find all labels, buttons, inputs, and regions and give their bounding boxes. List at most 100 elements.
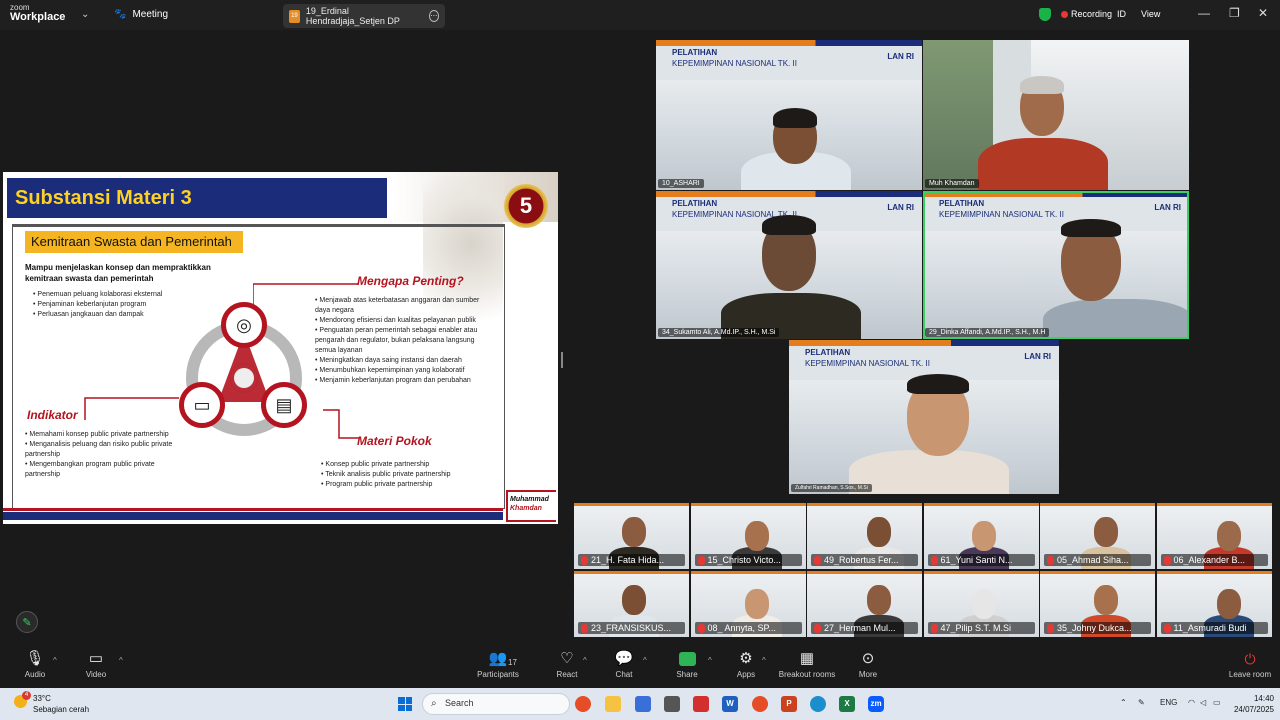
- system-clock[interactable]: 14:40 24/07/2025: [1226, 693, 1274, 715]
- apps-icon: ⚙: [739, 650, 753, 667]
- shared-screen-slide[interactable]: Substansi Materi 3 5 Kemitraan Swasta da…: [3, 172, 558, 524]
- gallery-video-tile[interactable]: 23_FRANSISKUS...: [574, 571, 689, 637]
- minimize-icon[interactable]: —: [1198, 6, 1210, 20]
- paw-icon: 🐾: [114, 9, 127, 20]
- gallery-video-tile[interactable]: 11_Asmuradi Budi: [1156, 571, 1272, 637]
- react-button[interactable]: ♡ React: [537, 648, 597, 679]
- zoom-app-icon[interactable]: zm: [868, 696, 884, 712]
- taskbar-search[interactable]: ⌕ Search: [422, 693, 570, 715]
- pen-tray-icon[interactable]: ✎: [1138, 698, 1145, 707]
- store-icon[interactable]: [635, 696, 651, 712]
- powerpoint-icon[interactable]: P: [781, 696, 797, 712]
- gallery-video-tile[interactable]: 27_Herman Mul...: [807, 571, 922, 637]
- meeting-tab[interactable]: 🐾 Meeting: [114, 9, 168, 20]
- tile-banner-stripe: [923, 503, 1039, 506]
- gallery-video-tile[interactable]: 47_Pilip S.T. M.Si: [923, 571, 1039, 637]
- participant-video: [867, 585, 891, 615]
- windows-start-icon[interactable]: [398, 697, 412, 711]
- more-icon[interactable]: ⋯: [428, 10, 439, 22]
- video-tile-3[interactable]: PELATIHAN KEPEMIMPINAN NASIONAL TK. II L…: [656, 191, 922, 339]
- calculator-icon[interactable]: [664, 696, 680, 712]
- gallery-video-tile[interactable]: 49_Robertus Fer...: [807, 503, 922, 569]
- participant-name: 08_ Annyta, SP...: [694, 622, 802, 634]
- gallery-video-tile[interactable]: 05_Ahmad Siha...: [1040, 503, 1155, 569]
- chat-options-caret[interactable]: ^: [643, 656, 647, 665]
- materi-block: Konsep public private partnership Teknik…: [321, 460, 499, 490]
- gallery-video-tile[interactable]: 06_Alexander B...: [1156, 503, 1272, 569]
- edge-icon[interactable]: [810, 696, 826, 712]
- banner-title: PELATIHAN: [672, 48, 718, 57]
- excel-icon[interactable]: X: [839, 696, 855, 712]
- share-options-caret[interactable]: ^: [708, 656, 712, 665]
- volume-icon[interactable]: ◁: [1200, 698, 1206, 707]
- tile-banner-stripe: [1156, 503, 1272, 506]
- tray-chevron-icon[interactable]: ⌃: [1120, 698, 1127, 707]
- maximize-icon[interactable]: ❐: [1229, 6, 1240, 20]
- battery-icon[interactable]: ▭: [1213, 698, 1221, 707]
- file-explorer-icon[interactable]: [605, 696, 621, 712]
- participant-video: [1216, 589, 1241, 619]
- recording-label[interactable]: Recording: [1071, 9, 1112, 19]
- participant-name: 61_Yuni Santi N...: [927, 554, 1035, 566]
- apps-options-caret[interactable]: ^: [762, 656, 766, 665]
- chevron-down-icon[interactable]: ⌄: [81, 9, 89, 20]
- meeting-toolbar: 🎙 Audio ^ ▭ Video ^ 👥 Participants 17 ♡ …: [0, 648, 1280, 688]
- participant-name: 10_ASHARI: [658, 179, 704, 188]
- shield-icon[interactable]: [1039, 8, 1051, 21]
- leave-room-button[interactable]: ⏻ Leave room: [1225, 648, 1275, 679]
- slide-title-bar: Substansi Materi 3: [7, 178, 387, 218]
- tile-banner-stripe: [1040, 571, 1155, 574]
- word-icon[interactable]: W: [722, 696, 738, 712]
- tile-banner-stripe: [923, 571, 1039, 574]
- participant-name: 27_Herman Mul...: [811, 622, 918, 634]
- meeting-title-tab[interactable]: 19 19_Erdinal Hendradjaja_Setjen DP ⋯: [283, 4, 445, 28]
- video-tile-5[interactable]: PELATIHAN KEPEMIMPINAN NASIONAL TK. II L…: [789, 340, 1059, 494]
- materi-connector: [323, 409, 359, 439]
- zoom-workplace-logo[interactable]: zoom Workplace: [10, 4, 65, 23]
- pencil-icon[interactable]: ✎: [16, 611, 38, 633]
- chrome-icon[interactable]: [575, 696, 591, 712]
- slide-subtitle: Kemitraan Swasta dan Pemerintah: [25, 231, 243, 253]
- muted-mic-icon: [1047, 555, 1054, 565]
- video-tile-2[interactable]: Muh Khamdan: [923, 40, 1189, 190]
- close-icon[interactable]: ✕: [1258, 6, 1268, 20]
- participants-count: 17: [508, 658, 517, 667]
- mengapa-heading: Mengapa Penting?: [357, 274, 464, 288]
- participant-name: 35_Johny Dukca...: [1044, 622, 1151, 634]
- participants-button[interactable]: 👥 Participants: [468, 648, 528, 679]
- wifi-icon[interactable]: ◠: [1188, 698, 1195, 707]
- gallery-video-tile[interactable]: 61_Yuni Santi N...: [923, 503, 1039, 569]
- muted-mic-icon: [697, 555, 705, 565]
- video-button[interactable]: ▭ Video: [66, 648, 126, 679]
- video-options-caret[interactable]: ^: [119, 656, 123, 665]
- view-button[interactable]: View: [1141, 9, 1160, 19]
- leave-icon: ⏻: [1244, 651, 1256, 667]
- tile-banner-stripe: [574, 503, 689, 506]
- participant-video: [867, 517, 891, 547]
- react-options-caret[interactable]: ^: [583, 656, 587, 665]
- meeting-id-button[interactable]: ID: [1117, 9, 1126, 19]
- participant-name: 34_Sukamto Ali, A.Md.IP., S.H., M.Si: [658, 328, 780, 337]
- apps-button[interactable]: ⚙ Apps: [716, 648, 776, 679]
- muted-mic-icon: [581, 623, 588, 633]
- gallery-video-tile[interactable]: 35_Johny Dukca...: [1040, 571, 1155, 637]
- participant-video: [971, 521, 996, 551]
- slide-footer-bar: [3, 512, 503, 520]
- audio-options-caret[interactable]: ^: [53, 656, 57, 665]
- split-resize-handle[interactable]: [561, 352, 563, 368]
- more-button[interactable]: ⊙ More: [838, 648, 898, 679]
- chrome-alt-icon[interactable]: [752, 696, 768, 712]
- video-tile-1[interactable]: PELATIHAN KEPEMIMPINAN NASIONAL TK. II L…: [656, 40, 922, 190]
- gallery-video-tile[interactable]: 08_ Annyta, SP...: [690, 571, 806, 637]
- video-tile-4[interactable]: PELATIHAN KEPEMIMPINAN NASIONAL TK. II L…: [923, 191, 1189, 339]
- participant-name: 29_Dinka Affandi, A.Md.IP., S.H., M.H: [925, 328, 1050, 337]
- breakout-rooms-icon: ▦: [799, 650, 815, 667]
- participant-name: 11_Asmuradi Budi: [1160, 622, 1268, 634]
- acrobat-icon[interactable]: [693, 696, 709, 712]
- breakout-rooms-button[interactable]: ▦ Breakout rooms: [772, 648, 842, 679]
- tile-banner-stripe: [574, 571, 689, 574]
- language-indicator[interactable]: ENG: [1160, 698, 1177, 707]
- participant-name: Zulfahri Ramadhan, S.Sos., M.Si: [791, 484, 872, 492]
- gallery-video-tile[interactable]: 15_Christo Victo...: [690, 503, 806, 569]
- gallery-video-tile[interactable]: 21_H. Fata Hida...: [574, 503, 689, 569]
